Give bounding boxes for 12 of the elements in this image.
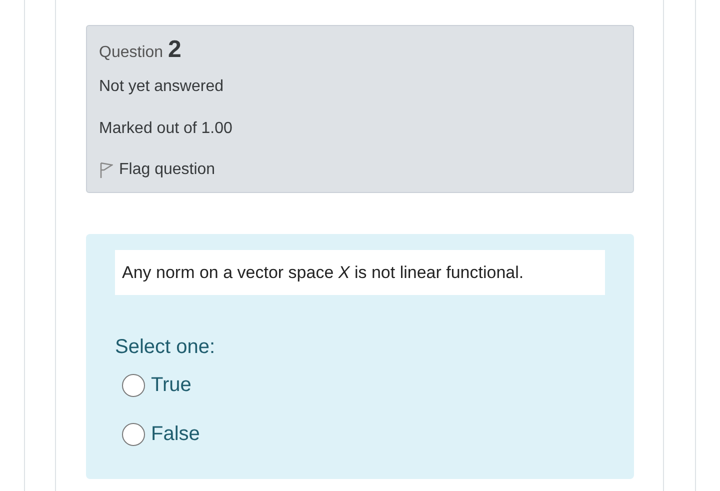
- radio-button[interactable]: [122, 374, 145, 396]
- answer-status: Not yet answered: [99, 77, 225, 97]
- flag-icon: [99, 161, 113, 179]
- question-label: Question: [99, 43, 164, 63]
- flag-question-link[interactable]: Flag question: [99, 158, 216, 182]
- question-text: Any norm on a vector space X is not linear functional.: [115, 250, 605, 295]
- question-number: 2: [168, 38, 182, 62]
- radio-button[interactable]: [122, 422, 145, 446]
- option-label[interactable]: True: [151, 370, 192, 400]
- option-label[interactable]: False: [151, 419, 200, 449]
- marks-text: Marked out of 1.00: [99, 119, 234, 139]
- select-prompt: Select one:: [115, 335, 216, 360]
